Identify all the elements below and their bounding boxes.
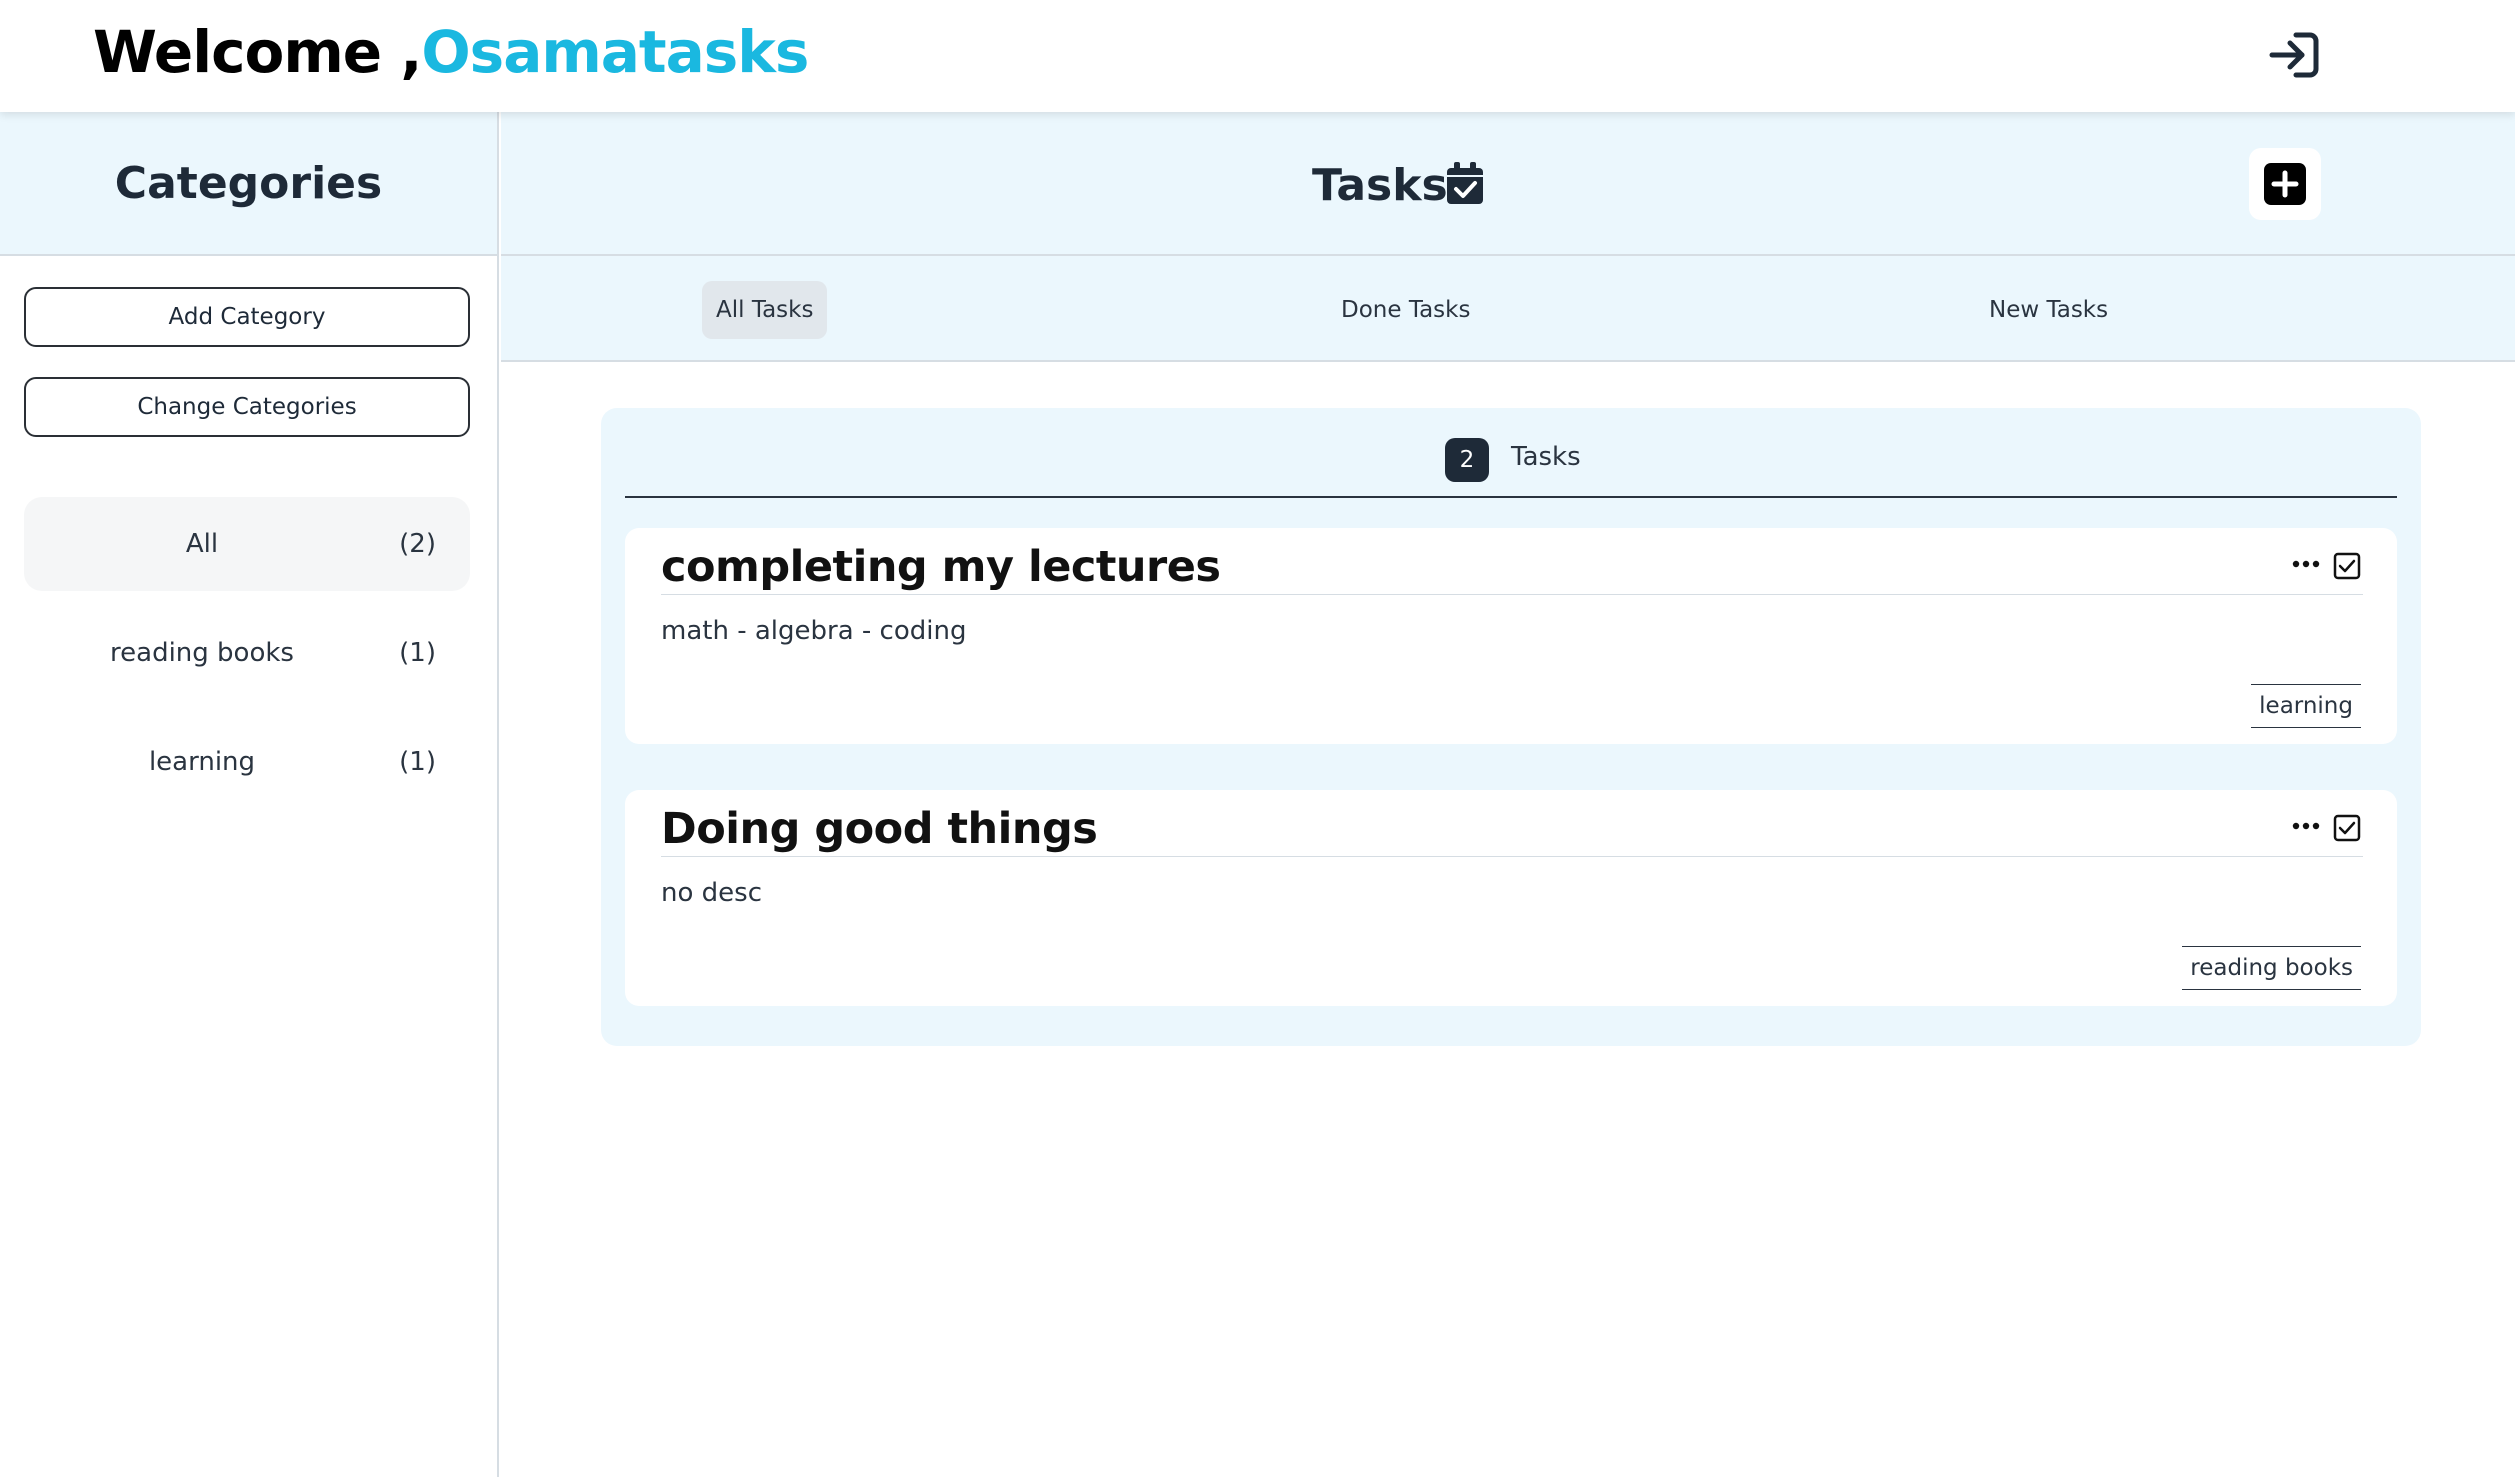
ellipsis-icon[interactable]	[2291, 554, 2321, 574]
tasks-count-header: 2 Tasks	[625, 408, 2397, 498]
tab-all-tasks[interactable]: All Tasks	[702, 281, 828, 339]
task-count-badge: 2	[1445, 438, 1489, 482]
calendar-check-icon	[1447, 162, 1483, 204]
check-square-icon[interactable]	[2333, 552, 2361, 580]
task-card: Doing good things no desc reading books	[625, 790, 2397, 1006]
tab-done-tasks[interactable]: Done Tasks	[1327, 281, 1484, 339]
change-categories-button[interactable]: Change Categories	[24, 377, 470, 437]
add-category-button[interactable]: Add Category	[24, 287, 470, 347]
ellipsis-icon[interactable]	[2291, 816, 2321, 836]
categories-header: Categories	[0, 112, 497, 256]
category-item-reading-books[interactable]: reading books (1)	[24, 606, 470, 700]
logout-button[interactable]	[2268, 30, 2320, 80]
category-count: (2)	[399, 529, 436, 559]
plus-square-icon	[2264, 163, 2306, 205]
category-item-all[interactable]: All (2)	[24, 497, 470, 591]
category-name: All	[185, 529, 219, 559]
welcome-heading: Welcome ,Osamatasks	[93, 18, 809, 86]
check-square-icon[interactable]	[2333, 814, 2361, 842]
categories-title: Categories	[114, 157, 383, 209]
logout-arrow-icon	[2269, 32, 2319, 78]
tasks-header: Tasks	[501, 112, 2515, 256]
tab-new-tasks[interactable]: New Tasks	[1975, 281, 2122, 339]
category-name: reading books	[110, 638, 294, 668]
task-filter-tabs: All Tasks Done Tasks New Tasks	[501, 256, 2515, 362]
category-name: learning	[148, 747, 256, 777]
divider	[661, 856, 2363, 857]
divider	[661, 594, 2363, 595]
category-item-learning[interactable]: learning (1)	[24, 715, 470, 809]
task-description: math - algebra - coding	[661, 616, 967, 646]
task-count-label: Tasks	[1511, 442, 1581, 472]
username: Osamatasks	[421, 18, 809, 86]
tasks-main: Tasks All Tasks Done Tasks New Tasks 2 T…	[501, 112, 2515, 1477]
tasks-title: Tasks	[1312, 160, 1448, 211]
categories-sidebar: Categories Add Category Change Categorie…	[0, 112, 499, 1477]
task-category-tag: reading books	[2182, 946, 2361, 990]
welcome-prefix: Welcome ,	[93, 18, 422, 86]
task-title: Doing good things	[661, 804, 1098, 854]
tasks-panel: 2 Tasks completing my lectures math - al…	[601, 408, 2421, 1046]
task-title: completing my lectures	[661, 542, 1221, 592]
category-count: (1)	[399, 638, 436, 668]
category-count: (1)	[399, 747, 436, 777]
top-header: Welcome ,Osamatasks	[0, 0, 2515, 112]
task-card: completing my lectures math - algebra - …	[625, 528, 2397, 744]
add-task-button[interactable]	[2249, 148, 2321, 220]
task-description: no desc	[661, 878, 762, 908]
task-category-tag: learning	[2251, 684, 2361, 728]
